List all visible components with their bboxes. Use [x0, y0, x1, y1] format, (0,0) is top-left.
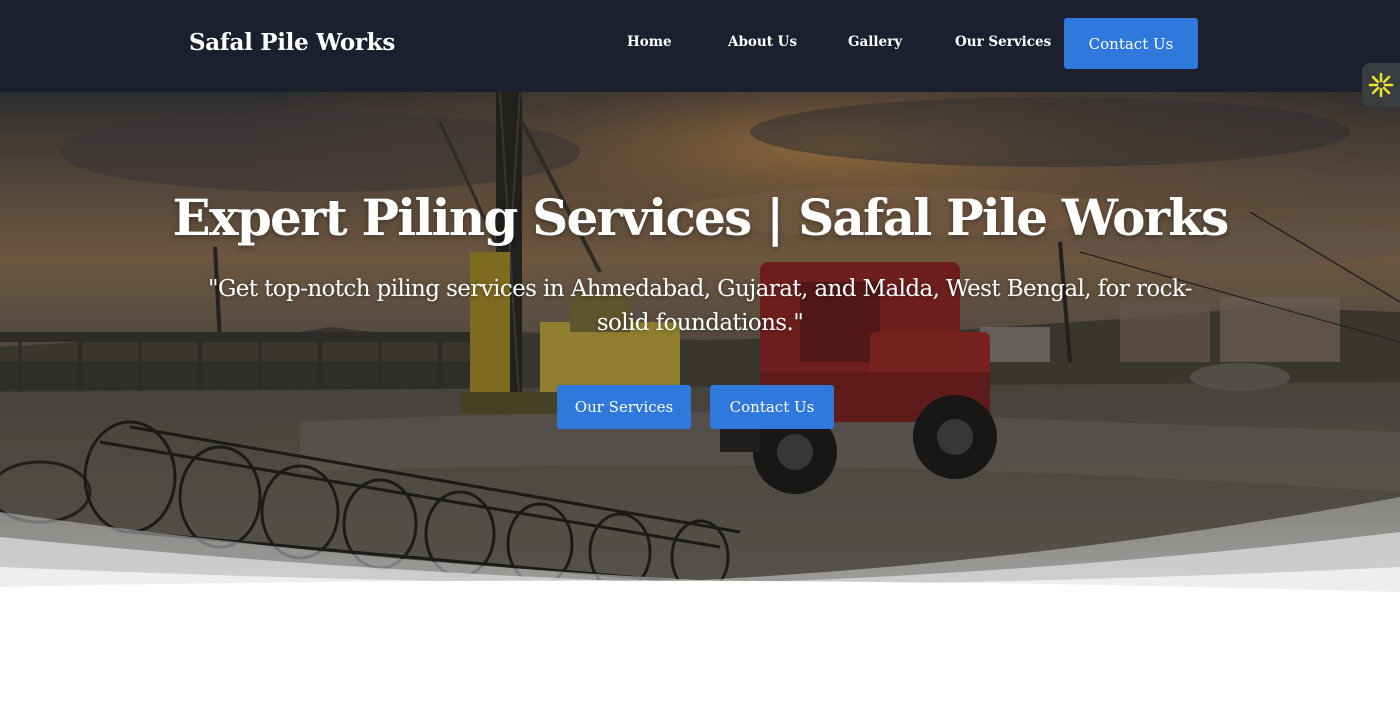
content-area: [0, 597, 1400, 720]
hero-title: Expert Piling Services | Safal Pile Work…: [172, 188, 1230, 247]
hero-section: Expert Piling Services | Safal Pile Work…: [0, 92, 1400, 597]
accessibility-icon: [1368, 72, 1394, 98]
hero-subtitle: "Get top-notch piling services in Ahmeda…: [208, 276, 1193, 336]
nav-link-gallery[interactable]: Gallery: [848, 34, 902, 50]
accessibility-widget-button[interactable]: [1362, 63, 1400, 107]
brand-logo[interactable]: Safal Pile Works: [189, 29, 395, 56]
nav-link-about-us[interactable]: About Us: [728, 34, 797, 50]
nav-link-home[interactable]: Home: [627, 34, 672, 50]
hero-our-services-button[interactable]: Our Services: [557, 385, 691, 429]
hero-contact-us-button[interactable]: Contact Us: [710, 385, 834, 429]
nav-link-our-services[interactable]: Our Services: [955, 34, 1051, 50]
navbar: Safal Pile Works Home About Us Gallery O…: [0, 0, 1400, 92]
contact-us-nav-button[interactable]: Contact Us: [1064, 18, 1198, 69]
page: Safal Pile Works Home About Us Gallery O…: [0, 0, 1400, 720]
hero-background-image: [0, 92, 1400, 597]
